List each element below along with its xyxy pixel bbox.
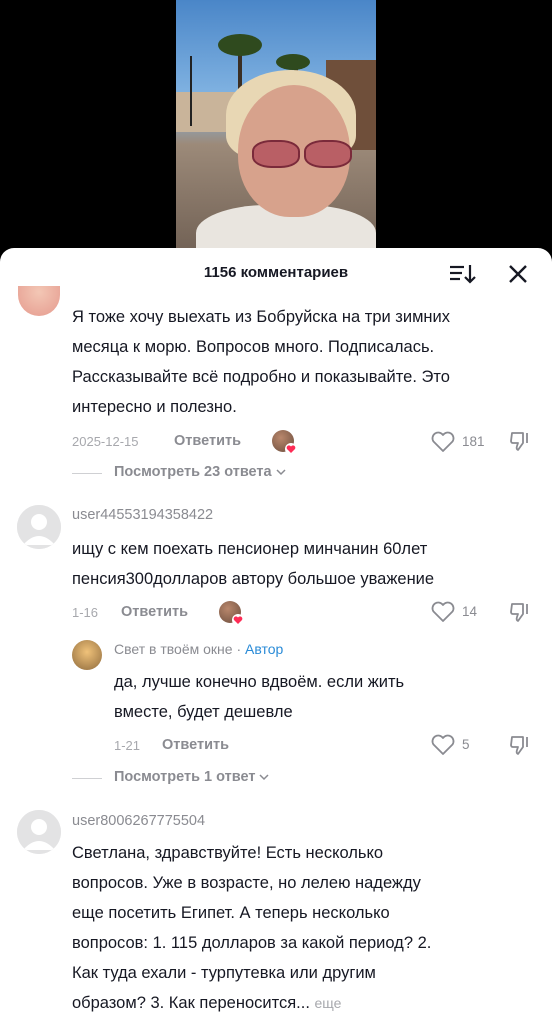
like-count: 5 (462, 737, 470, 752)
avatar[interactable] (18, 286, 60, 316)
comment-date: 2025-12-15 (72, 434, 139, 449)
author-badge: Автор (245, 641, 284, 657)
comment-text: ищу с кем поехать пенсионер минчанин 60л… (72, 540, 435, 588)
comments-sheet: 1156 комментариев Я тоже хочу выехать из… (0, 248, 552, 1024)
thumbs-down-icon[interactable] (508, 429, 532, 453)
creator-heart-icon (232, 614, 244, 626)
more-button[interactable]: еще (315, 995, 342, 1011)
comment-text: Я тоже хочу выехать из Бобруйска на три … (72, 308, 451, 416)
reply-username[interactable]: Свет в твоём окне (114, 641, 233, 657)
creator-heart-icon (285, 443, 297, 455)
reply-username-line: Свет в твоём окне · Автор (114, 641, 284, 657)
thumbs-down-icon[interactable] (508, 733, 532, 757)
comment-username[interactable]: user44553194358422 (72, 507, 213, 523)
comment-text: Светлана, здравствуйте! Есть несколько в… (72, 844, 432, 1012)
comment-date: 1-16 (72, 605, 99, 620)
reply-date: 1-21 (114, 738, 141, 753)
view-replies-button[interactable]: Посмотреть 1 ответ (114, 769, 270, 785)
divider-line (72, 473, 102, 474)
like-count: 14 (462, 604, 478, 619)
reply-button[interactable]: Ответить (121, 604, 188, 620)
thumbs-down-icon[interactable] (508, 600, 532, 624)
heart-outline-icon[interactable] (430, 430, 456, 454)
chevron-down-icon (276, 469, 286, 476)
comments-header: 1156 комментариев (0, 248, 552, 300)
comment-username[interactable]: user8006267775504 (72, 813, 205, 829)
default-avatar-icon[interactable] (17, 810, 61, 854)
divider-line (72, 778, 102, 779)
avatar[interactable] (72, 640, 102, 670)
chevron-down-icon (259, 774, 270, 781)
video-preview[interactable] (176, 0, 376, 262)
reply-button[interactable]: Ответить (174, 433, 241, 449)
heart-outline-icon[interactable] (430, 600, 456, 624)
reply-text: да, лучше конечно вдвоём. если жить вмес… (114, 673, 405, 721)
view-replies-button[interactable]: Посмотреть 23 ответа (114, 464, 286, 480)
heart-outline-icon[interactable] (430, 733, 456, 757)
default-avatar-icon[interactable] (17, 505, 61, 549)
reply-button[interactable]: Ответить (162, 737, 229, 753)
like-count: 181 (462, 434, 485, 449)
sort-icon[interactable] (448, 261, 476, 287)
close-icon[interactable] (505, 261, 531, 287)
